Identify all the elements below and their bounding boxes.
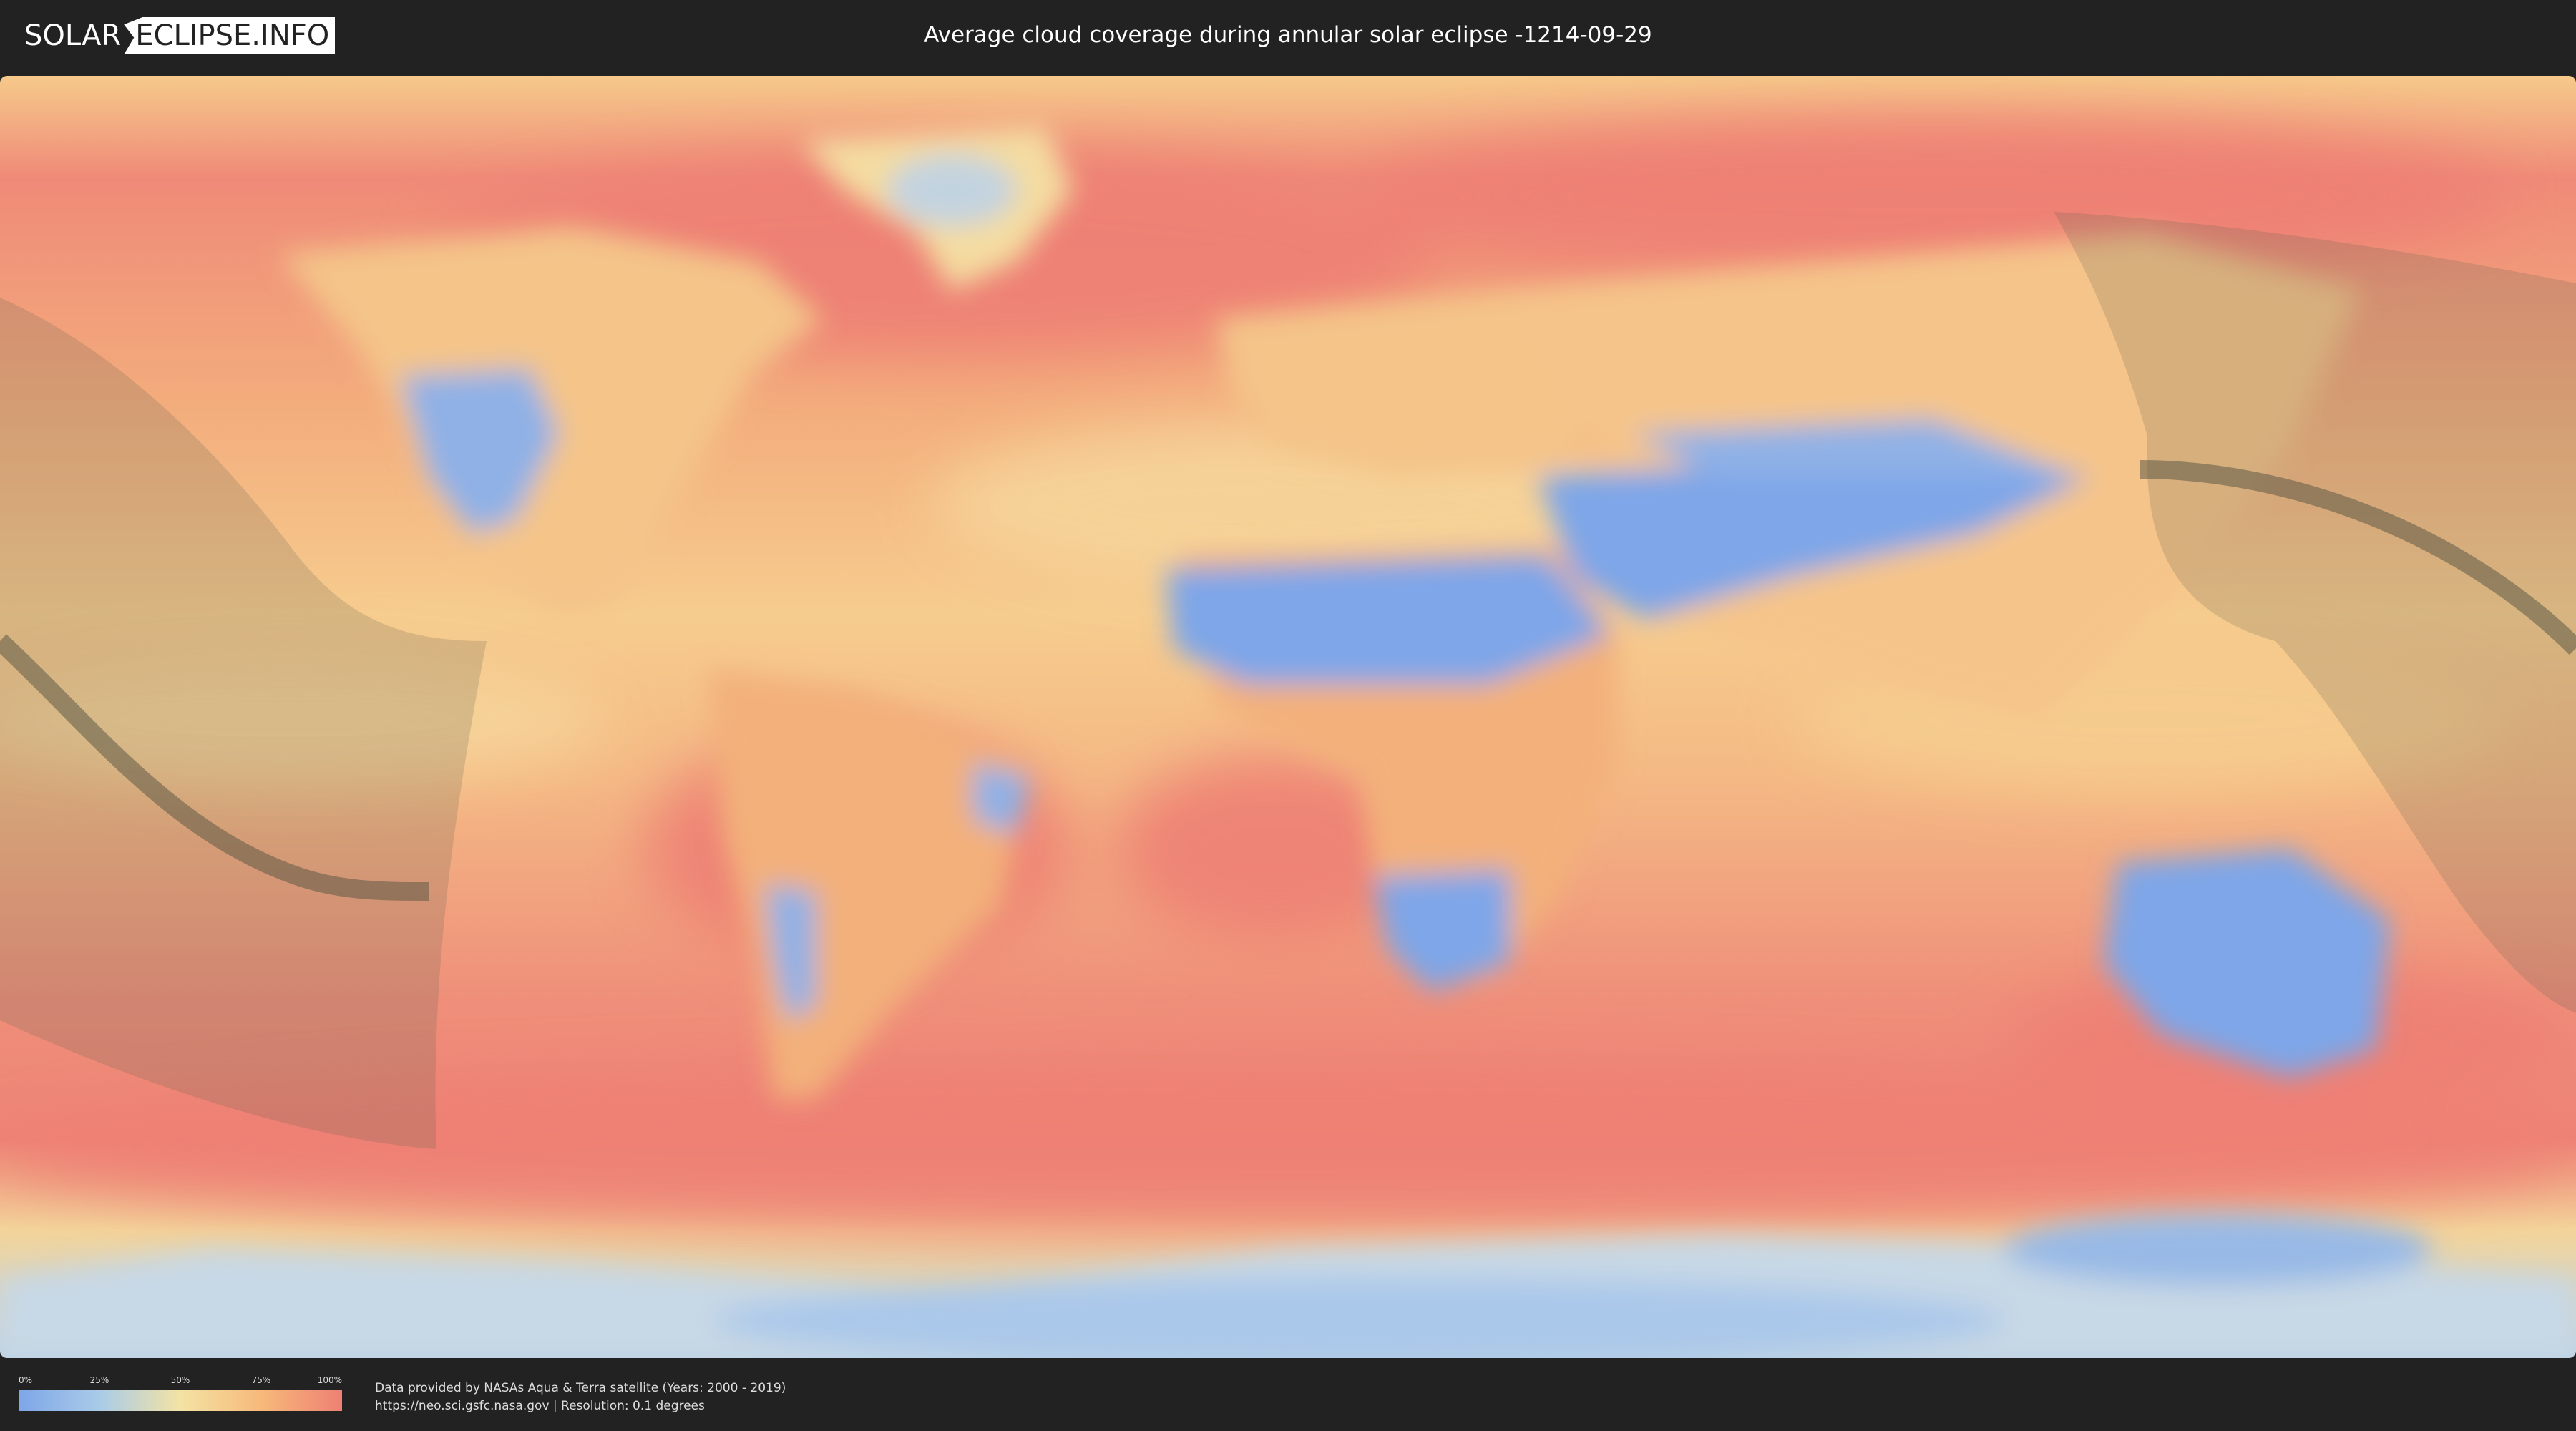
cloud-coverage-legend: 0% 25% 50% 75% 100% [19,1375,342,1411]
legend-tick-label: 100% [317,1375,342,1385]
credits-line-url: https://neo.sci.gsfc.nasa.gov | Resoluti… [375,1399,705,1413]
legend-gradient-bar [19,1390,342,1411]
data-credits: Data provided by NASAs Aqua & Terra sate… [375,1379,786,1415]
cloud-coverage-map[interactable] [0,76,2576,1358]
map-canvas [0,76,2576,1358]
header-bar: SOLAR ECLIPSE.INFO Average cloud coverag… [0,0,2576,72]
page-title: Average cloud coverage during annular so… [924,22,1652,48]
legend-tick-label: 0% [19,1375,33,1385]
credits-line-source: Data provided by NASAs Aqua & Terra sate… [375,1381,786,1395]
legend-tick-label: 25% [89,1375,109,1385]
legend-ticks: 0% 25% 50% 75% 100% [19,1375,342,1388]
legend-tick-label: 75% [251,1375,271,1385]
legend-tick-label: 50% [170,1375,190,1385]
